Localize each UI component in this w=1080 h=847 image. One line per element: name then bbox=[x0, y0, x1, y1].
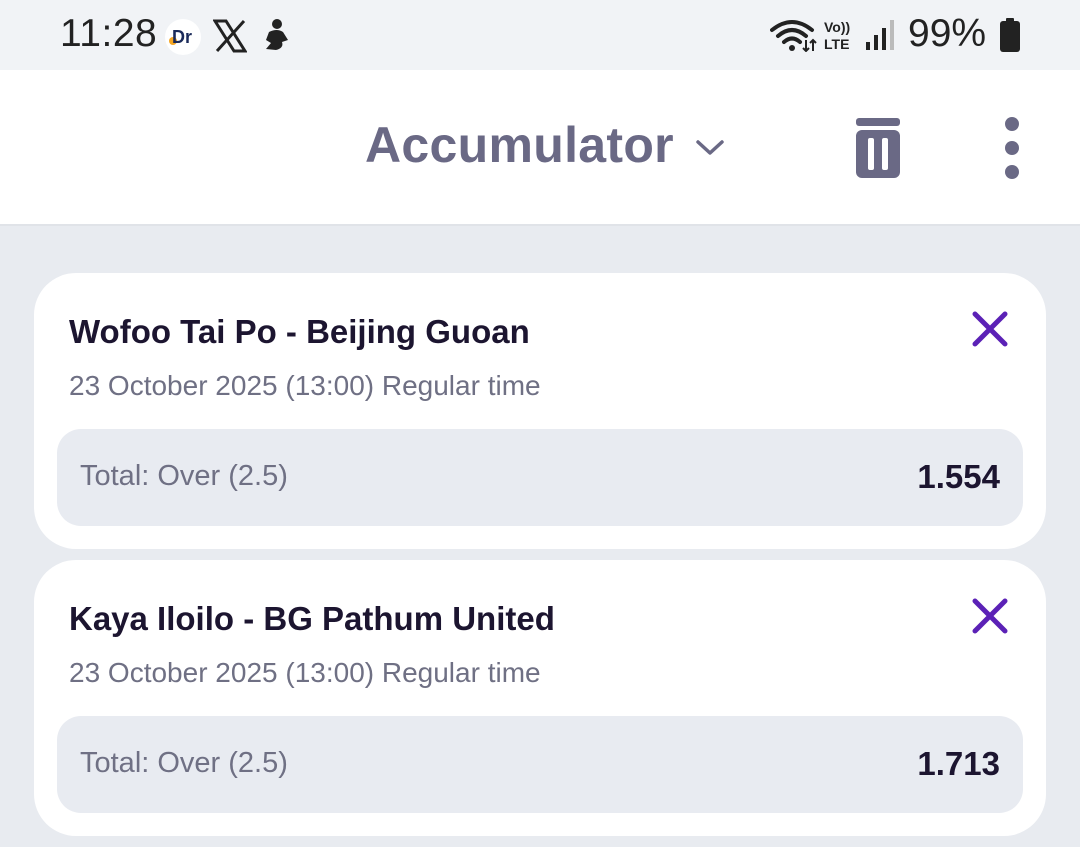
close-icon bbox=[972, 311, 1008, 347]
signal-icon bbox=[864, 18, 896, 52]
volte-icon: Vo)) LTE bbox=[822, 18, 858, 52]
status-time: 11:28 bbox=[60, 12, 158, 55]
bet-card: Kaya Iloilo - BG Pathum United 23 Octobe… bbox=[34, 560, 1046, 836]
close-icon bbox=[972, 598, 1008, 634]
x-app-icon bbox=[212, 19, 248, 53]
svg-text:Dr: Dr bbox=[172, 27, 192, 47]
clear-betslip-button[interactable] bbox=[848, 114, 908, 184]
match-date: 23 October 2025 (13:00) Regular time bbox=[69, 370, 541, 401]
selection-box: Total: Over (2.5) 1.713 bbox=[57, 716, 1023, 813]
app-header: Accumulator bbox=[0, 70, 1080, 226]
match-title: Kaya Iloilo - BG Pathum United bbox=[69, 600, 555, 637]
trash-icon bbox=[856, 118, 900, 178]
odds-value: 1.713 bbox=[917, 745, 1000, 782]
bet-type-dropdown[interactable]: Accumulator bbox=[365, 116, 724, 174]
chevron-down-icon bbox=[696, 140, 724, 155]
selection-label: Total: Over (2.5) bbox=[80, 460, 288, 492]
page-title: Accumulator bbox=[365, 117, 674, 173]
remove-bet-button[interactable] bbox=[968, 594, 1012, 638]
wifi-icon bbox=[770, 18, 818, 53]
selection-box: Total: Over (2.5) 1.554 bbox=[57, 429, 1023, 526]
figure-app-icon bbox=[262, 18, 292, 52]
battery-icon bbox=[998, 17, 1022, 53]
bet-card: Wofoo Tai Po - Beijing Guoan 23 October … bbox=[34, 273, 1046, 549]
battery-percent: 99% bbox=[908, 12, 987, 55]
remove-bet-button[interactable] bbox=[968, 307, 1012, 351]
more-options-button[interactable] bbox=[990, 114, 1034, 184]
match-date: 23 October 2025 (13:00) Regular time bbox=[69, 657, 541, 688]
dr-app-icon: Dr bbox=[164, 18, 202, 56]
odds-value: 1.554 bbox=[917, 458, 1000, 495]
status-bar: 11:28 Dr Vo)) LTE 99% bbox=[0, 0, 1080, 70]
match-title: Wofoo Tai Po - Beijing Guoan bbox=[69, 313, 530, 350]
svg-text:LTE: LTE bbox=[824, 36, 849, 52]
more-vert-icon bbox=[1005, 117, 1019, 179]
selection-label: Total: Over (2.5) bbox=[80, 747, 288, 779]
svg-text:Vo)): Vo)) bbox=[824, 19, 850, 35]
